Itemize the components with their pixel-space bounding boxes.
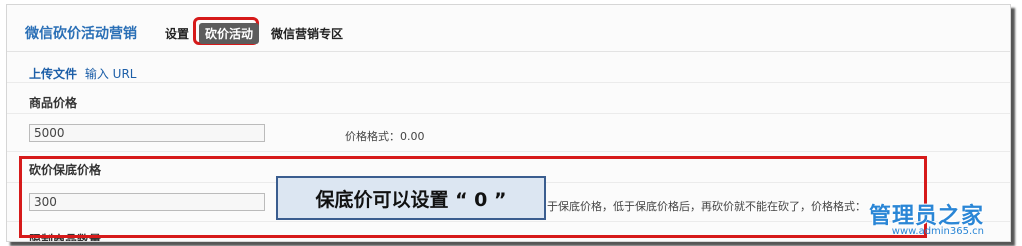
price-input[interactable] [29,124,265,142]
divider [7,113,1010,114]
callout-note: 保底价可以设置 “ 0 ” [276,176,546,220]
price-format-hint: 价格格式：0.00 [345,130,425,143]
tab-settings[interactable]: 设置 [165,25,189,42]
app-window: 微信砍价活动营销 设置 砍价活动 微信营销专区 上传文件 输入 URL 商品价格… [6,4,1011,242]
tab-bargain-activity[interactable]: 砍价活动 [199,23,260,44]
price-label: 商品价格 [29,96,78,110]
input-url-link[interactable]: 输入 URL [85,67,137,81]
watermark: 管理员之家 www.admin365.cn [869,198,984,237]
app-title: 微信砍价活动营销 [25,26,137,42]
divider [7,82,1010,83]
header-bar: 微信砍价活动营销 设置 砍价活动 微信营销专区 [7,5,1010,52]
callout-text: 保底价可以设置 “ 0 ” [315,188,507,211]
upload-file-link[interactable]: 上传文件 [29,67,77,81]
divider [7,151,1010,152]
upload-row: 上传文件 输入 URL [29,65,136,82]
tab-wechat-marketing[interactable]: 微信营销专区 [271,25,343,42]
